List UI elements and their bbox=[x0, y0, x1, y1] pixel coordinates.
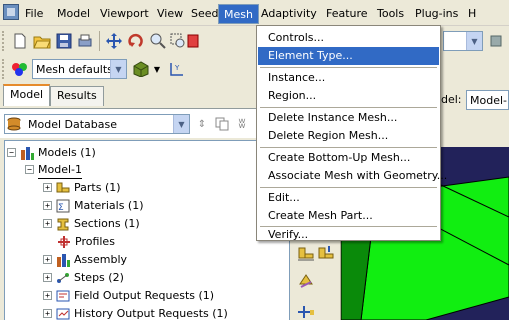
collapse-icon[interactable]: − bbox=[7, 148, 16, 157]
expand-icon[interactable]: + bbox=[43, 201, 52, 210]
toolbar-separator bbox=[99, 31, 100, 51]
expand-icon[interactable]: + bbox=[43, 219, 52, 228]
tree-tabs: Model Results bbox=[0, 82, 290, 106]
history-output-icon bbox=[56, 307, 70, 320]
seed-edge-icon[interactable] bbox=[316, 243, 336, 263]
menu-tools[interactable]: Tools bbox=[374, 5, 407, 22]
sections-icon bbox=[56, 217, 70, 231]
parts-icon bbox=[56, 181, 70, 195]
tree-item-model-1[interactable]: − Model-1 bbox=[25, 161, 82, 179]
menu-viewport[interactable]: Viewport bbox=[97, 5, 152, 22]
menu-item-element-type[interactable]: Element Type... bbox=[258, 47, 439, 65]
toolbar-combo[interactable]: ▼ bbox=[443, 31, 483, 51]
assembly-icon bbox=[56, 253, 70, 267]
menu-model[interactable]: Model bbox=[54, 5, 93, 22]
chevron-down-icon: ▼ bbox=[110, 60, 126, 78]
tab-results[interactable]: Results bbox=[50, 86, 104, 106]
expand-icon[interactable]: + bbox=[43, 255, 52, 264]
filter-icon[interactable]: ʬ bbox=[232, 114, 252, 134]
box-zoom-icon[interactable] bbox=[168, 31, 188, 51]
menu-separator bbox=[260, 147, 437, 148]
menu-file[interactable]: File bbox=[22, 5, 46, 22]
menu-plugins[interactable]: Plug-ins bbox=[412, 5, 461, 22]
tab-model[interactable]: Model bbox=[3, 84, 51, 106]
delete-seeds-icon[interactable] bbox=[296, 271, 316, 291]
menu-item-create-mesh-part[interactable]: Create Mesh Part... bbox=[258, 207, 439, 225]
tree-item-history-output[interactable]: + History Output Requests (1) bbox=[43, 305, 228, 320]
app-icon[interactable] bbox=[3, 4, 19, 20]
model-tree: − Models (1) − Model-1 + Parts (1) + Σ M… bbox=[4, 140, 290, 320]
menu-separator bbox=[260, 67, 437, 68]
tree-item-parts[interactable]: + Parts (1) bbox=[43, 179, 121, 196]
menubar: File Model Viewport View Seed Mesh Adapt… bbox=[0, 0, 509, 26]
tree-item-materials[interactable]: + Σ Materials (1) bbox=[43, 197, 144, 214]
field-output-icon bbox=[56, 289, 70, 303]
chevron-down-icon[interactable]: ▼ bbox=[151, 59, 163, 79]
pan-icon[interactable] bbox=[104, 31, 124, 51]
sort-arrows-icon[interactable]: ⇕ bbox=[192, 114, 212, 134]
menu-separator bbox=[260, 107, 437, 108]
new-file-icon[interactable] bbox=[10, 31, 30, 51]
mesh-controls-icon[interactable] bbox=[296, 302, 316, 320]
database-select[interactable]: Model Database ▼ bbox=[4, 114, 190, 134]
menu-item-associate-mesh[interactable]: Associate Mesh with Geometry... bbox=[258, 167, 447, 185]
tree-item-steps[interactable]: + Steps (2) bbox=[43, 269, 124, 286]
mesh-menu-dropdown: Controls... Element Type... Instance... … bbox=[256, 25, 447, 244]
zoom-icon[interactable] bbox=[148, 31, 168, 51]
steps-icon bbox=[56, 271, 70, 285]
models-icon bbox=[20, 146, 34, 160]
menu-item-create-bottom-up-mesh[interactable]: Create Bottom-Up Mesh... bbox=[258, 149, 439, 167]
expand-icon[interactable]: + bbox=[43, 273, 52, 282]
svg-text:Σ: Σ bbox=[58, 203, 64, 213]
tree-item-profiles[interactable]: Profiles bbox=[57, 233, 115, 250]
menu-item-instance[interactable]: Instance... bbox=[258, 69, 439, 87]
render-style-icon[interactable] bbox=[131, 59, 151, 79]
mesh-defaults-select[interactable]: Mesh defaults ▼ bbox=[32, 59, 127, 79]
toolbar-grip[interactable] bbox=[2, 31, 6, 51]
menu-adaptivity[interactable]: Adaptivity bbox=[258, 5, 320, 22]
menu-item-verify[interactable]: Verify... bbox=[258, 226, 439, 244]
model-label: del: bbox=[441, 93, 462, 106]
profiles-icon bbox=[57, 235, 71, 249]
database-icon bbox=[7, 117, 21, 131]
axis-triad-icon[interactable]: Y bbox=[166, 59, 186, 79]
save-icon[interactable] bbox=[54, 31, 74, 51]
menu-item-delete-region-mesh[interactable]: Delete Region Mesh... bbox=[258, 127, 439, 145]
toolbar-extra-icon[interactable] bbox=[486, 31, 506, 51]
tree-item-models[interactable]: − Models (1) bbox=[7, 144, 96, 161]
chevron-down-icon: ▼ bbox=[173, 115, 189, 133]
expand-icon[interactable]: + bbox=[43, 291, 52, 300]
rotate-icon[interactable] bbox=[126, 31, 146, 51]
menu-view[interactable]: View bbox=[154, 5, 186, 22]
menu-item-delete-instance-mesh[interactable]: Delete Instance Mesh... bbox=[258, 109, 439, 127]
menu-help[interactable]: H bbox=[465, 5, 479, 22]
color-palette-icon[interactable] bbox=[10, 59, 30, 79]
expand-icon[interactable]: + bbox=[43, 183, 52, 192]
expand-icon[interactable]: + bbox=[43, 309, 52, 318]
menu-item-region[interactable]: Region... bbox=[258, 87, 439, 105]
tree-item-sections[interactable]: + Sections (1) bbox=[43, 215, 140, 232]
menu-mesh[interactable]: Mesh bbox=[218, 4, 259, 24]
menu-item-edit[interactable]: Edit... bbox=[258, 189, 439, 207]
copy-icon[interactable] bbox=[212, 114, 232, 134]
svg-text:Y: Y bbox=[174, 64, 180, 72]
fit-view-icon[interactable] bbox=[186, 31, 200, 51]
print-icon[interactable] bbox=[75, 31, 95, 51]
tree-item-field-output[interactable]: + Field Output Requests (1) bbox=[43, 287, 214, 304]
menu-separator bbox=[260, 187, 437, 188]
collapse-icon[interactable]: − bbox=[25, 165, 34, 174]
tree-item-assembly[interactable]: + Assembly bbox=[43, 251, 127, 268]
menu-item-controls[interactable]: Controls... bbox=[258, 29, 439, 47]
chevron-down-icon: ▼ bbox=[466, 32, 482, 50]
materials-icon: Σ bbox=[56, 199, 70, 213]
seed-part-icon[interactable] bbox=[296, 243, 316, 263]
model-select[interactable]: Model-1 bbox=[466, 90, 509, 110]
open-folder-icon[interactable] bbox=[32, 31, 52, 51]
database-row: Model Database ▼ ⇕ ʬ bbox=[0, 108, 290, 138]
menu-feature[interactable]: Feature bbox=[323, 5, 371, 22]
menu-seed[interactable]: Seed bbox=[188, 5, 222, 22]
toolbar-grip[interactable] bbox=[2, 59, 6, 79]
